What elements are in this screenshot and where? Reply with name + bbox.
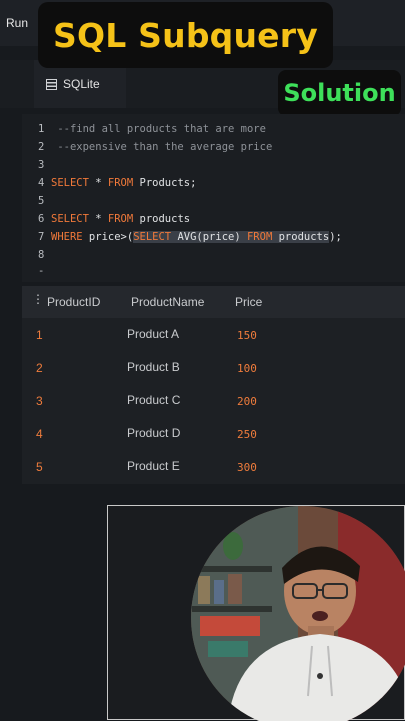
table-header: ⋮ ProductID ProductName Price — [22, 286, 405, 318]
code-line: - — [38, 262, 51, 280]
cell-productid: 2 — [36, 361, 43, 375]
line-number: 2 — [38, 141, 45, 153]
code-line: 6 SELECT * FROM products — [38, 210, 190, 228]
code-comment: --expensive than the average price — [57, 141, 273, 153]
run-button[interactable]: Run — [6, 16, 28, 30]
code-text: * — [88, 177, 108, 189]
cell-productid: 1 — [36, 328, 43, 342]
table-row: 3 Product C 200 — [22, 384, 405, 417]
line-number: 4 — [38, 177, 45, 189]
title-overlay: SQL Subquery — [38, 2, 333, 68]
line-number: 5 — [38, 195, 45, 207]
code-line: 2 --expensive than the average price — [38, 138, 272, 156]
code-text: price>( — [82, 231, 134, 243]
code-text: Products; — [133, 177, 197, 189]
code-comment: --find all products that are more — [57, 123, 266, 135]
line-number: 1 — [38, 123, 45, 135]
code-text: ); — [329, 231, 342, 243]
solution-badge: Solution — [278, 70, 401, 116]
cell-productid: 3 — [36, 394, 43, 408]
code-line: 3 — [38, 156, 51, 174]
table-row: 5 Product E 300 — [22, 450, 405, 483]
cell-price: 150 — [237, 329, 257, 342]
cell-productname: Product C — [127, 393, 181, 407]
line-number: - — [38, 265, 45, 277]
code-line: 1 --find all products that are more — [38, 120, 266, 138]
selected-subquery: SELECT AVG(price) FROM products — [133, 231, 330, 243]
code-text: * — [88, 213, 108, 225]
code-text: products — [272, 231, 330, 243]
code-line: 7 WHERE price>(SELECT AVG(price) FROM pro… — [38, 228, 342, 246]
cell-price: 100 — [237, 362, 257, 375]
table-row: 4 Product D 250 — [22, 417, 405, 450]
cell-productid: 5 — [36, 460, 43, 474]
sql-keyword: FROM — [246, 231, 273, 243]
cell-price: 200 — [237, 395, 257, 408]
cell-productname: Product E — [127, 459, 180, 473]
column-header-price[interactable]: Price — [235, 295, 262, 309]
sql-keyword: SELECT — [133, 231, 172, 243]
tab-label: SQLite — [63, 77, 100, 91]
sql-keyword: SELECT — [51, 213, 89, 225]
code-text: products — [133, 213, 191, 225]
table-row: 1 Product A 150 — [22, 318, 405, 351]
table-row: 2 Product B 100 — [22, 351, 405, 384]
sql-keyword: WHERE — [51, 231, 83, 243]
code-editor[interactable]: 1 --find all products that are more 2 --… — [22, 114, 405, 282]
presenter-illustration — [191, 506, 405, 721]
sql-keyword: FROM — [107, 213, 134, 225]
code-line: 4 SELECT * FROM Products; — [38, 174, 196, 192]
cell-price: 300 — [237, 461, 257, 474]
column-header-productid[interactable]: ProductID — [47, 295, 100, 309]
column-menu-icon[interactable]: ⋮ — [32, 292, 44, 306]
cell-productid: 4 — [36, 427, 43, 441]
code-text: AVG(price) — [171, 231, 247, 243]
sql-keyword: SELECT — [51, 177, 89, 189]
line-number: 3 — [38, 159, 45, 171]
cell-productname: Product A — [127, 327, 180, 341]
line-number: 7 — [38, 231, 45, 243]
cell-price: 250 — [237, 428, 257, 441]
database-icon — [46, 78, 57, 90]
line-number: 6 — [38, 213, 45, 225]
webcam-overlay — [107, 505, 405, 721]
results-table: ⋮ ProductID ProductName Price 1 Product … — [22, 286, 405, 484]
code-line: 5 — [38, 192, 51, 210]
column-header-productname[interactable]: ProductName — [131, 295, 204, 309]
video-title: SQL Subquery — [53, 15, 318, 55]
presenter-video — [188, 506, 405, 721]
cell-productname: Product B — [127, 360, 180, 374]
sql-keyword: FROM — [107, 177, 134, 189]
cell-productname: Product D — [127, 426, 181, 440]
solution-label: Solution — [283, 79, 396, 107]
